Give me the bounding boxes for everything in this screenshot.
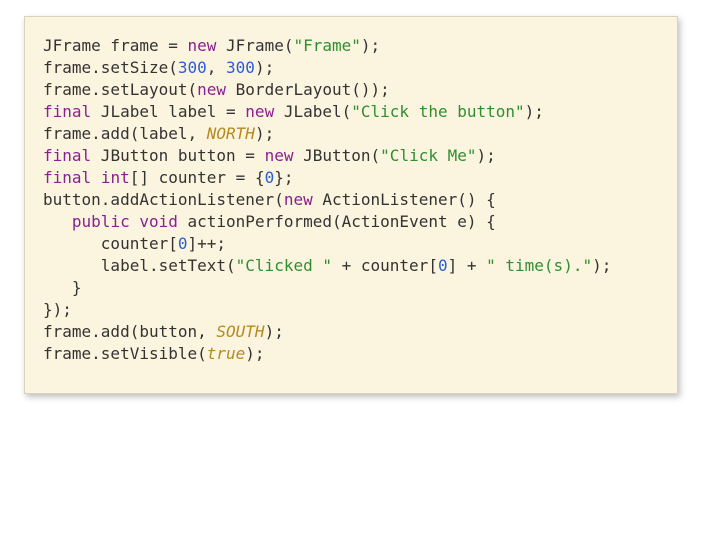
- code-line-15: frame.setVisible(true);: [43, 344, 265, 363]
- code-line-9: public void actionPerformed(ActionEvent …: [43, 212, 496, 231]
- code-line-4: final JLabel label = new JLabel("Click t…: [43, 102, 544, 121]
- code-line-13: });: [43, 300, 72, 319]
- code-line-11: label.setText("Clicked " + counter[0] + …: [43, 256, 611, 275]
- code-line-5: frame.add(label, NORTH);: [43, 124, 274, 143]
- code-line-1: JFrame frame = new JFrame("Frame");: [43, 36, 380, 55]
- code-content: JFrame frame = new JFrame("Frame"); fram…: [43, 35, 659, 365]
- code-block: JFrame frame = new JFrame("Frame"); fram…: [24, 16, 678, 394]
- code-line-14: frame.add(button, SOUTH);: [43, 322, 284, 341]
- code-line-12: }: [43, 278, 82, 297]
- code-line-6: final JButton button = new JButton("Clic…: [43, 146, 496, 165]
- code-line-2: frame.setSize(300, 300);: [43, 58, 274, 77]
- code-line-10: counter[0]++;: [43, 234, 236, 253]
- code-line-7: final int[] counter = {0};: [43, 168, 293, 187]
- code-line-3: frame.setLayout(new BorderLayout());: [43, 80, 390, 99]
- code-line-8: button.addActionListener(new ActionListe…: [43, 190, 496, 209]
